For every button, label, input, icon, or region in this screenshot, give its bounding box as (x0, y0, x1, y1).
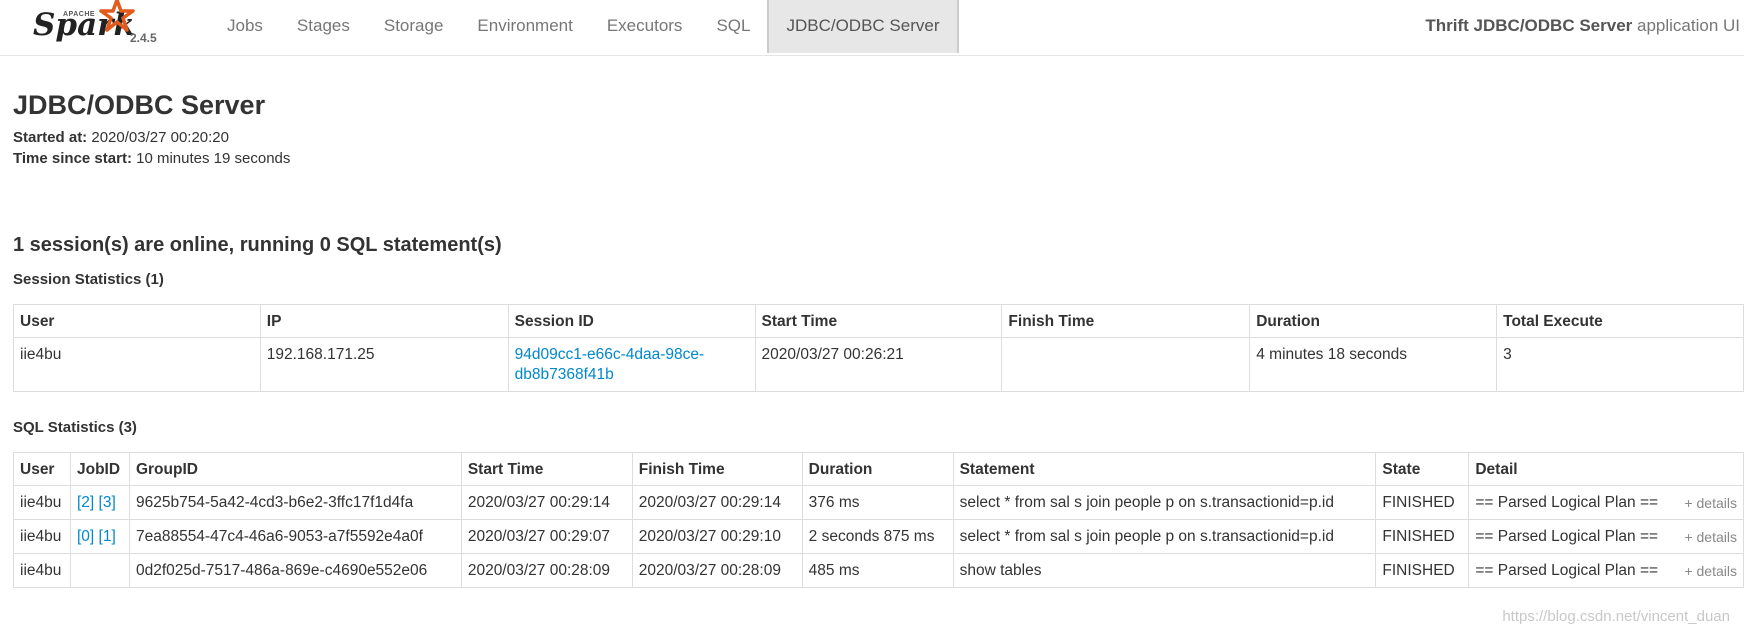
job-link[interactable]: [2] (77, 494, 94, 511)
col-finish-time[interactable]: Finish Time (631, 452, 803, 486)
cell-session-id: 94d09cc1-e66c-4daa-98ce-db8b7368f41b (507, 337, 756, 392)
col-finish-time[interactable]: Finish Time (1001, 304, 1251, 338)
nav-jobs[interactable]: Jobs (210, 0, 280, 53)
spark-version: 2.4.5 (130, 31, 157, 45)
col-user[interactable]: User (13, 304, 261, 338)
cell-job-id: [0] [1] (69, 519, 130, 554)
started-at-value: 2020/03/27 00:20:20 (87, 129, 229, 146)
col-session-id[interactable]: Session ID (507, 304, 756, 338)
col-duration[interactable]: Duration (801, 452, 954, 486)
job-link[interactable]: [0] (77, 528, 94, 545)
cell-detail: == Parsed Logical Plan == + details (1468, 553, 1744, 588)
cell-finish-time: 2020/03/27 00:29:14 (631, 485, 803, 520)
cell-start-time: 2020/03/27 00:28:09 (460, 553, 633, 588)
watermark: https://blog.csdn.net/vincent_duan (1502, 608, 1730, 625)
cell-finish-time: 2020/03/27 00:29:10 (631, 519, 803, 554)
cell-job-id (69, 553, 130, 588)
cell-group-id: 0d2f025d-7517-486a-869e-c4690e552e06 (128, 553, 462, 588)
main-nav: Jobs Stages Storage Environment Executor… (210, 0, 959, 55)
cell-detail: == Parsed Logical Plan == + details (1468, 519, 1744, 554)
cell-detail: == Parsed Logical Plan == + details (1468, 485, 1744, 520)
detail-text: == Parsed Logical Plan == (1475, 494, 1659, 511)
expand-details-link[interactable]: + details (1684, 493, 1737, 513)
started-at: Started at: 2020/03/27 00:20:20 (13, 129, 229, 146)
detail-text: == Parsed Logical Plan == (1475, 562, 1659, 579)
table-row: iie4bu 192.168.171.25 94d09cc1-e66c-4daa… (13, 337, 1744, 392)
spark-star-icon (99, 0, 135, 32)
expand-details-link[interactable]: + details (1684, 527, 1737, 547)
cell-duration: 2 seconds 875 ms (801, 519, 954, 554)
sql-stats-table: User JobID GroupID Start Time Finish Tim… (13, 452, 1744, 588)
cell-state: FINISHED (1375, 519, 1470, 554)
brand-apache: APACHE (63, 11, 96, 18)
col-job-id[interactable]: JobID (69, 452, 130, 486)
sql-stats-title[interactable]: SQL Statistics (3) (13, 419, 137, 436)
cell-start-time: 2020/03/27 00:29:07 (460, 519, 633, 554)
cell-user: iie4bu (13, 337, 261, 392)
cell-duration: 485 ms (801, 553, 954, 588)
session-stats-table: User IP Session ID Start Time Finish Tim… (13, 304, 1744, 392)
table-header-row: User JobID GroupID Start Time Finish Tim… (13, 452, 1744, 486)
cell-duration: 376 ms (801, 485, 954, 520)
cell-group-id: 9625b754-5a42-4cd3-b6e2-3ffc17f1d4fa (128, 485, 462, 520)
job-link[interactable]: [1] (99, 528, 116, 545)
cell-user: iie4bu (13, 519, 71, 554)
started-at-label: Started at: (13, 129, 88, 146)
cell-state: FINISHED (1375, 485, 1470, 520)
table-row: iie4bu [2] [3] 9625b754-5a42-4cd3-b6e2-3… (13, 485, 1744, 520)
table-row: iie4bu [0] [1] 7ea88554-47c4-46a6-9053-a… (13, 519, 1744, 554)
cell-total-execute: 3 (1496, 337, 1744, 392)
cell-duration: 4 minutes 18 seconds (1249, 337, 1498, 392)
col-total-execute[interactable]: Total Execute (1496, 304, 1744, 338)
online-summary: 1 session(s) are online, running 0 SQL s… (13, 234, 502, 256)
job-link[interactable]: [3] (99, 494, 116, 511)
app-name-suffix: application UI (1632, 16, 1740, 35)
cell-group-id: 7ea88554-47c4-46a6-9053-a7f5592e4a0f (128, 519, 462, 554)
col-statement[interactable]: Statement (952, 452, 1377, 486)
table-header-row: User IP Session ID Start Time Finish Tim… (13, 304, 1744, 338)
col-duration[interactable]: Duration (1249, 304, 1498, 338)
cell-start-time: 2020/03/27 00:26:21 (754, 337, 1003, 392)
col-ip[interactable]: IP (259, 304, 509, 338)
session-id-link[interactable]: 94d09cc1-e66c-4daa-98ce-db8b7368f41b (515, 346, 705, 383)
cell-state: FINISHED (1375, 553, 1470, 588)
time-since-label: Time since start: (13, 150, 132, 167)
nav-sql[interactable]: SQL (699, 0, 767, 53)
cell-user: iie4bu (13, 485, 71, 520)
col-detail[interactable]: Detail (1468, 452, 1744, 486)
expand-details-link[interactable]: + details (1684, 561, 1737, 581)
detail-text: == Parsed Logical Plan == (1475, 528, 1659, 545)
col-start-time[interactable]: Start Time (460, 452, 633, 486)
cell-statement: select * from sal s join people p on s.t… (952, 519, 1377, 554)
cell-ip: 192.168.171.25 (259, 337, 509, 392)
col-group-id[interactable]: GroupID (128, 452, 462, 486)
session-stats-title[interactable]: Session Statistics (1) (13, 271, 164, 288)
cell-start-time: 2020/03/27 00:29:14 (460, 485, 633, 520)
cell-finish-time: 2020/03/27 00:28:09 (631, 553, 803, 588)
top-navbar: Spark APACHE 2.4.5 Jobs Stages Storage E… (0, 0, 1744, 56)
cell-statement: show tables (952, 553, 1377, 588)
col-start-time[interactable]: Start Time (754, 304, 1003, 338)
nav-jdbc-odbc-server[interactable]: JDBC/ODBC Server (767, 0, 959, 53)
col-state[interactable]: State (1375, 452, 1470, 486)
time-since-value: 10 minutes 19 seconds (131, 150, 291, 167)
nav-executors[interactable]: Executors (590, 0, 700, 53)
nav-storage[interactable]: Storage (367, 0, 461, 53)
table-row: iie4bu 0d2f025d-7517-486a-869e-c4690e552… (13, 553, 1744, 588)
col-user[interactable]: User (13, 452, 71, 486)
cell-finish-time (1001, 337, 1251, 392)
application-name: Thrift JDBC/ODBC Server application UI (1425, 0, 1740, 51)
time-since-start: Time since start: 10 minutes 19 seconds (13, 150, 290, 167)
app-name-bold: Thrift JDBC/ODBC Server (1425, 16, 1633, 35)
cell-statement: select * from sal s join people p on s.t… (952, 485, 1377, 520)
nav-environment[interactable]: Environment (460, 0, 589, 53)
page-title: JDBC/ODBC Server (13, 90, 266, 120)
cell-job-id: [2] [3] (69, 485, 130, 520)
cell-user: iie4bu (13, 553, 71, 588)
nav-stages[interactable]: Stages (280, 0, 367, 53)
